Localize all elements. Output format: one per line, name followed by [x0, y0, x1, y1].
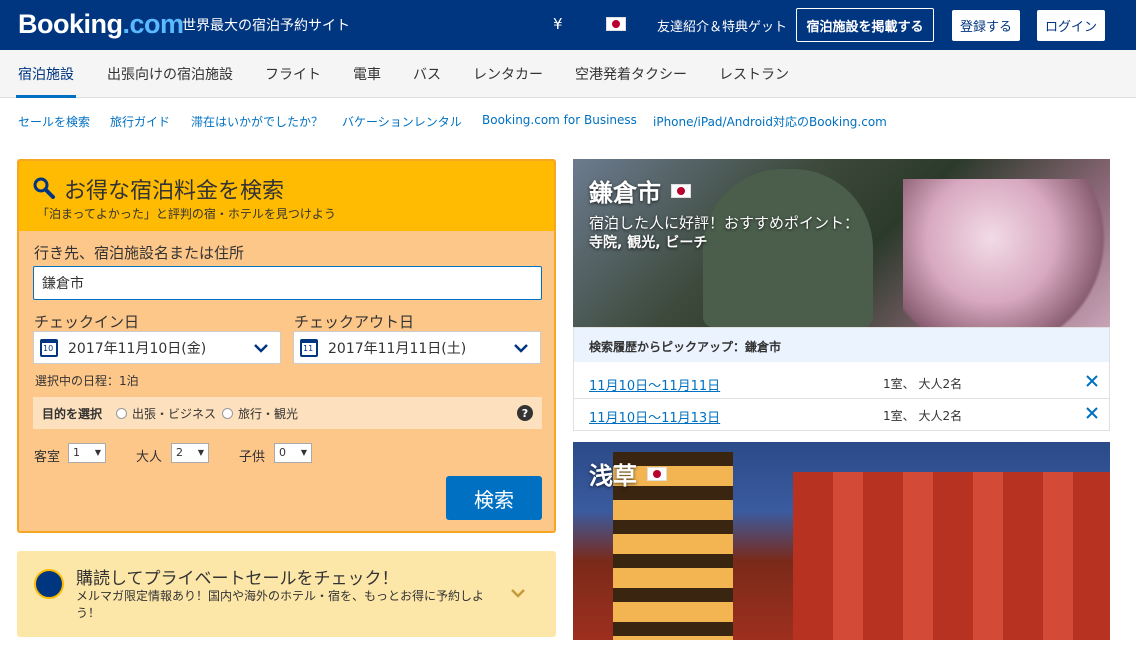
trip-purpose-row: 目的を選択 出張・ビジネス 旅行・観光 ?	[33, 397, 542, 429]
search-form: 行き先、宿泊施設名または住所 鎌倉市 チェックイン日 チェックアウト日 10 2…	[19, 231, 554, 531]
newsletter-title: 購読してプライベートセールをチェック！	[76, 569, 399, 589]
purpose-leisure-radio[interactable]	[222, 407, 234, 419]
top-header: Booking.com 世界最大の宿泊予約サイト ¥ 友達紹介＆特典ゲット 宿泊…	[0, 0, 1136, 50]
register-button[interactable]: 登録する	[952, 10, 1020, 41]
sublink-deals[interactable]: セールを検索	[18, 113, 90, 130]
booking-logo[interactable]: Booking.com	[18, 9, 184, 40]
sublink-business[interactable]: Booking.com for Business	[482, 113, 637, 127]
history-dates-link[interactable]: 11月10日〜11月11日	[589, 375, 720, 394]
newsletter-icon	[34, 569, 64, 599]
tagline: 世界最大の宿泊予約サイト	[182, 18, 350, 34]
cherry-blossom-image	[903, 179, 1110, 327]
checkin-label: チェックイン日	[34, 313, 140, 331]
search-title: お得な宿泊料金を検索	[64, 179, 285, 204]
purpose-label: 目的を選択	[42, 406, 103, 421]
logo-suffix: .com	[122, 9, 185, 39]
destination-card-asakusa[interactable]: 浅草	[573, 442, 1110, 640]
tab-trains[interactable]: 電車	[353, 64, 381, 84]
referral-link[interactable]: 友達紹介＆特典ゲット	[657, 16, 787, 35]
card-highlight-tags: 寺院, 観光, ビーチ	[589, 235, 708, 251]
checkout-date-value: 2017年11月11日(土)	[328, 340, 467, 357]
login-button[interactable]: ログイン	[1037, 10, 1105, 41]
sublink-stay-review[interactable]: 滞在はいかがでしたか？	[191, 113, 323, 130]
tab-buses[interactable]: バス	[413, 64, 441, 84]
search-history: 検索履歴からピックアップ：鎌倉市 11月10日〜11月11日 1室、 大人2名 …	[573, 327, 1110, 431]
adults-select[interactable]: 2	[171, 443, 209, 463]
sublink-vacation-rentals[interactable]: バケーションレンタル	[342, 113, 462, 130]
destination-label: 行き先、宿泊施設名または住所	[34, 244, 245, 262]
purpose-business-radio[interactable]	[116, 407, 128, 419]
buddha-image	[703, 169, 873, 327]
adults-label: 大人	[136, 450, 163, 465]
children-label: 子供	[239, 450, 266, 465]
calendar-day: 10	[43, 343, 54, 353]
tab-airport-taxi[interactable]: 空港発着タクシー	[575, 64, 687, 84]
calendar-day: 11	[303, 343, 314, 353]
checkin-date-value: 2017年11月10日(金)	[68, 340, 207, 357]
newsletter-text: メルマガ限定情報あり！国内や海外のホテル・宿を、もっとお得に予約しよう！	[76, 589, 485, 620]
card-title: 鎌倉市	[589, 173, 691, 208]
sublink-travel-guide[interactable]: 旅行ガイド	[110, 113, 170, 130]
currency-selector[interactable]: ¥	[553, 15, 563, 33]
history-row: 11月10日〜11月11日 1室、 大人2名	[574, 365, 1109, 399]
calendar-icon: 10	[40, 338, 58, 357]
destination-card-kamakura[interactable]: 鎌倉市 宿泊した人に好評！おすすめポイント： 寺院, 観光, ビーチ	[573, 159, 1110, 327]
language-flag-icon[interactable]	[606, 17, 626, 31]
temple-gate-image	[793, 472, 1110, 640]
checkout-date-picker[interactable]: 11 2017年11月11日(土)	[293, 331, 541, 364]
tab-car-rental[interactable]: レンタカー	[473, 64, 543, 84]
card-title-text: 浅草	[589, 462, 637, 490]
purpose-leisure-label[interactable]: 旅行・観光	[238, 405, 298, 422]
newsletter-banner[interactable]: 購読してプライベートセールをチェック！ メルマガ限定情報あり！国内や海外のホテル…	[17, 551, 556, 637]
tab-restaurants[interactable]: レストラン	[719, 64, 789, 84]
card-title-text: 鎌倉市	[589, 179, 661, 207]
checkout-label: チェックアウト日	[294, 313, 415, 331]
search-panel: お得な宿泊料金を検索 「泊まってよかった」と評判の宿・ホテルを見つけよう 行き先…	[17, 159, 556, 533]
history-guests: 1室、 大人2名	[883, 409, 963, 423]
close-icon[interactable]	[1085, 374, 1099, 388]
list-property-button[interactable]: 宿泊施設を掲載する	[796, 8, 934, 42]
calendar-icon: 11	[300, 338, 318, 357]
tab-stays[interactable]: 宿泊施設	[16, 64, 76, 98]
purpose-business-label[interactable]: 出張・ビジネス	[132, 405, 216, 422]
search-subtitle: 「泊まってよかった」と評判の宿・ホテルを見つけよう	[37, 207, 336, 221]
search-icon	[33, 177, 55, 199]
logo-main: Booking	[18, 9, 123, 39]
history-heading: 検索履歴からピックアップ：鎌倉市	[574, 328, 1109, 362]
chevron-down-icon	[254, 344, 268, 353]
nights-summary: 選択中の日程：1泊	[35, 374, 139, 388]
help-icon[interactable]: ?	[517, 405, 533, 421]
japan-flag-icon	[671, 183, 691, 198]
japan-flag-icon	[647, 466, 667, 481]
search-button[interactable]: 検索	[446, 476, 542, 520]
history-guests: 1室、 大人2名	[883, 377, 963, 391]
rooms-select[interactable]: 1	[68, 443, 106, 463]
history-dates-link[interactable]: 11月10日〜11月13日	[589, 407, 720, 426]
sublink-mobile-app[interactable]: iPhone/iPad/Android対応のBooking.com	[653, 113, 887, 130]
rooms-label: 客室	[34, 450, 61, 465]
checkin-date-picker[interactable]: 10 2017年11月10日(金)	[33, 331, 281, 364]
history-row: 11月10日〜11月13日 1室、 大人2名	[574, 397, 1109, 431]
card-highlight-label: 宿泊した人に好評！おすすめポイント：	[589, 214, 860, 232]
children-select[interactable]: 0	[274, 443, 312, 463]
product-nav: 宿泊施設 出張向けの宿泊施設 フライト 電車 バス レンタカー 空港発着タクシー…	[0, 50, 1136, 98]
chevron-down-icon[interactable]	[510, 585, 526, 601]
tab-business-stays[interactable]: 出張向けの宿泊施設	[107, 64, 233, 84]
card-title: 浅草	[589, 456, 667, 491]
destination-input[interactable]: 鎌倉市	[33, 266, 542, 300]
chevron-down-icon	[514, 344, 528, 353]
tab-flights[interactable]: フライト	[265, 64, 321, 84]
close-icon[interactable]	[1085, 406, 1099, 420]
